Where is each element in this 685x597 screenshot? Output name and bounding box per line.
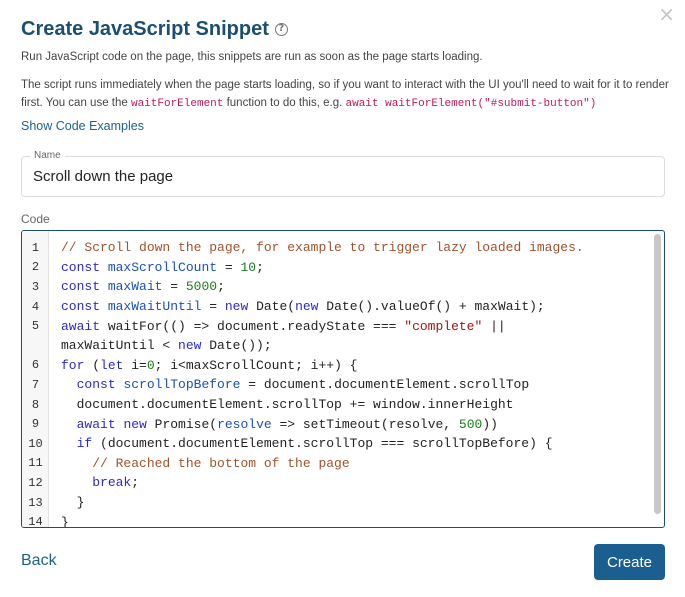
line-number: 14 [28,515,43,528]
code-line: 12 break; [22,473,664,493]
code-line: 7 const scrollTopBefore = document.docum… [22,375,664,395]
code-line: 14} [22,512,664,528]
line-number: 13 [28,495,43,510]
code-line: 6 for (let i=0; i<maxScrollCount; i++) { [22,356,664,376]
line-number: 7 [31,377,40,392]
code-text[interactable]: break; [49,475,139,490]
back-button[interactable]: Back [21,552,57,570]
code-text[interactable]: } [49,515,69,527]
code-line: maxWaitUntil < new Date()); [22,336,664,356]
code-line: 13 } [22,493,664,513]
description-2: The script runs immediately when the pag… [21,76,671,113]
code-text[interactable]: maxWaitUntil < new Date()); [49,338,272,353]
code-text[interactable]: await waitFor(() => document.readyState … [49,319,506,334]
create-button[interactable]: Create [594,544,665,580]
code-line: 9 await new Promise(resolve => setTimeou… [22,414,664,434]
code-text[interactable]: for (let i=0; i<maxScrollCount; i++) { [49,358,357,373]
description-2-text-2: function to do this, e.g. [223,97,346,109]
show-code-examples-link[interactable]: Show Code Examples [21,119,144,133]
code-line: 3 const maxWait = 5000; [22,277,664,297]
code-label: Code [21,212,50,226]
line-number: 4 [31,299,40,314]
line-number: 2 [31,260,40,275]
line-number: 3 [31,279,40,294]
code-lines[interactable]: 1 // Scroll down the page, for example to… [22,238,664,528]
description-1: Run JavaScript code on the page, this sn… [21,51,483,63]
code-line: 2 const maxScrollCount = 10; [22,258,664,278]
code-line: 4 const maxWaitUntil = new Date(new Date(… [22,297,664,317]
code-editor[interactable]: 1 // Scroll down the page, for example to… [21,230,665,528]
code-text[interactable]: const maxWaitUntil = new Date(new Date()… [49,299,545,314]
line-number: 10 [28,436,43,451]
wait-for-element-code: waitForElement [130,98,224,110]
line-number: 6 [31,358,40,373]
line-number: 8 [31,397,40,412]
code-text[interactable]: await new Promise(resolve => setTimeout(… [49,417,498,432]
code-text[interactable]: // Reached the bottom of the page [49,456,349,471]
line-number: 11 [28,456,43,471]
code-text[interactable]: const scrollTopBefore = document.documen… [49,377,530,392]
line-number: 12 [28,475,43,490]
example-code: await waitForElement("#submit-button") [345,98,597,110]
code-line: 10 if (document.documentElement.scrollTo… [22,434,664,454]
code-text[interactable]: document.documentElement.scrollTop += wi… [49,397,514,412]
code-text[interactable]: if (document.documentElement.scrollTop =… [49,436,553,451]
code-line: 11 // Reached the bottom of the page [22,454,664,474]
code-line: 1 // Scroll down the page, for example to… [22,238,664,258]
line-number: 9 [31,417,40,432]
help-icon[interactable]: ? [274,23,288,36]
code-text[interactable]: } [49,495,85,510]
dialog-title: Create JavaScript Snippet [21,18,269,40]
code-text[interactable]: const maxWait = 5000; [49,279,225,294]
code-line: 5 await waitFor(() => document.readyState… [22,316,664,336]
name-field[interactable]: Name [21,150,665,197]
code-text[interactable]: // Scroll down the page, for example to … [49,240,584,255]
name-input[interactable] [22,157,664,196]
line-number: 5 [31,319,40,334]
close-icon[interactable]: × [658,4,675,24]
code-text[interactable]: const maxScrollCount = 10; [49,260,264,275]
line-number: 1 [31,240,40,255]
code-scrollbar[interactable] [654,234,661,514]
code-line: 8 document.documentElement.scrollTop += … [22,395,664,415]
dialog-header: Create JavaScript Snippet ? [21,18,288,41]
